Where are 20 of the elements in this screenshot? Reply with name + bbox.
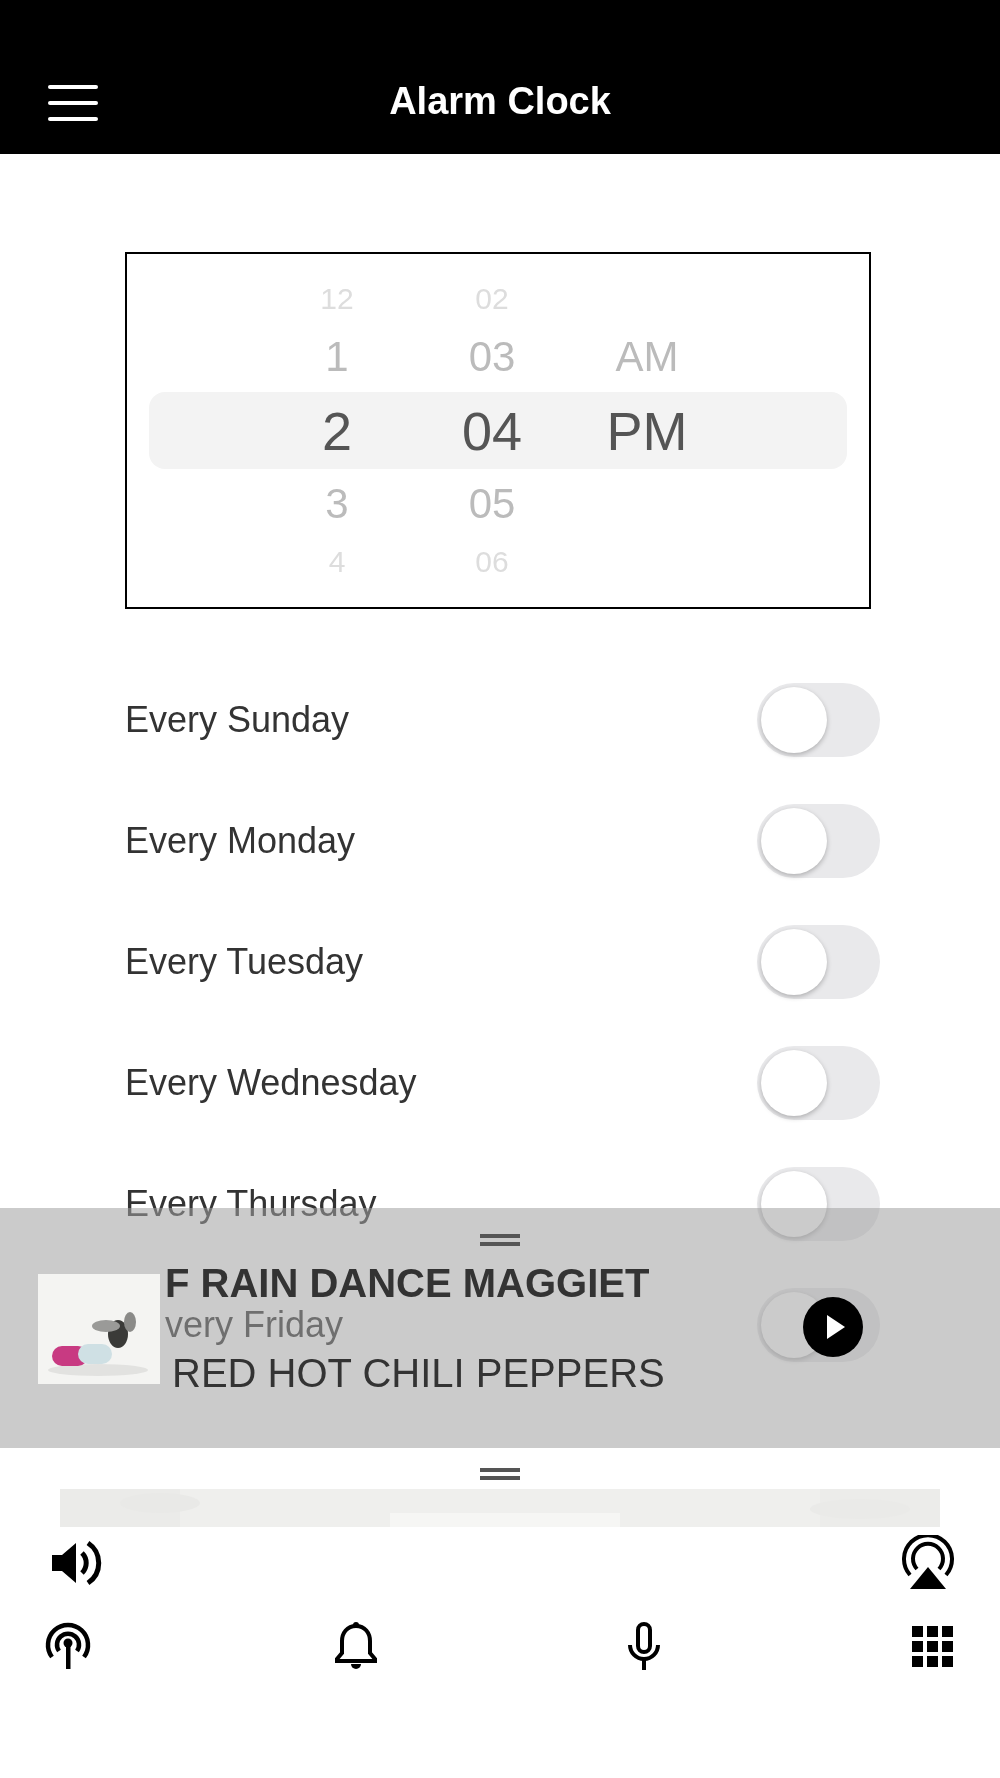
alarm-label: Every Monday [125, 819, 356, 862]
alarm-label: Every Wednesday [125, 1061, 417, 1104]
picker-value[interactable]: 2 [277, 399, 397, 462]
drag-handle-icon[interactable] [480, 1234, 520, 1246]
track-title: F RAIN DANCE MAGGIET [165, 1260, 651, 1306]
play-button[interactable] [803, 1297, 863, 1357]
picker-value[interactable]: 1 [277, 333, 397, 382]
picker-value[interactable]: 05 [432, 479, 552, 528]
picker-value[interactable]: AM [587, 333, 707, 382]
picker-value[interactable]: 04 [432, 399, 552, 462]
alarm-label: very Friday [165, 1303, 344, 1346]
picker-value[interactable]: 03 [432, 333, 552, 382]
drag-handle-icon[interactable] [480, 1468, 520, 1480]
alarm-label: Every Sunday [125, 698, 350, 741]
picker-value[interactable]: PM [587, 399, 707, 462]
artist-name: RED HOT CHILI PEPPERS [172, 1350, 665, 1396]
picker-value[interactable]: 3 [277, 479, 397, 528]
broadcast-icon[interactable] [43, 1621, 93, 1671]
screen-title: Alarm Clock [389, 79, 611, 123]
alarm-label: Every Tuesday [125, 940, 364, 983]
